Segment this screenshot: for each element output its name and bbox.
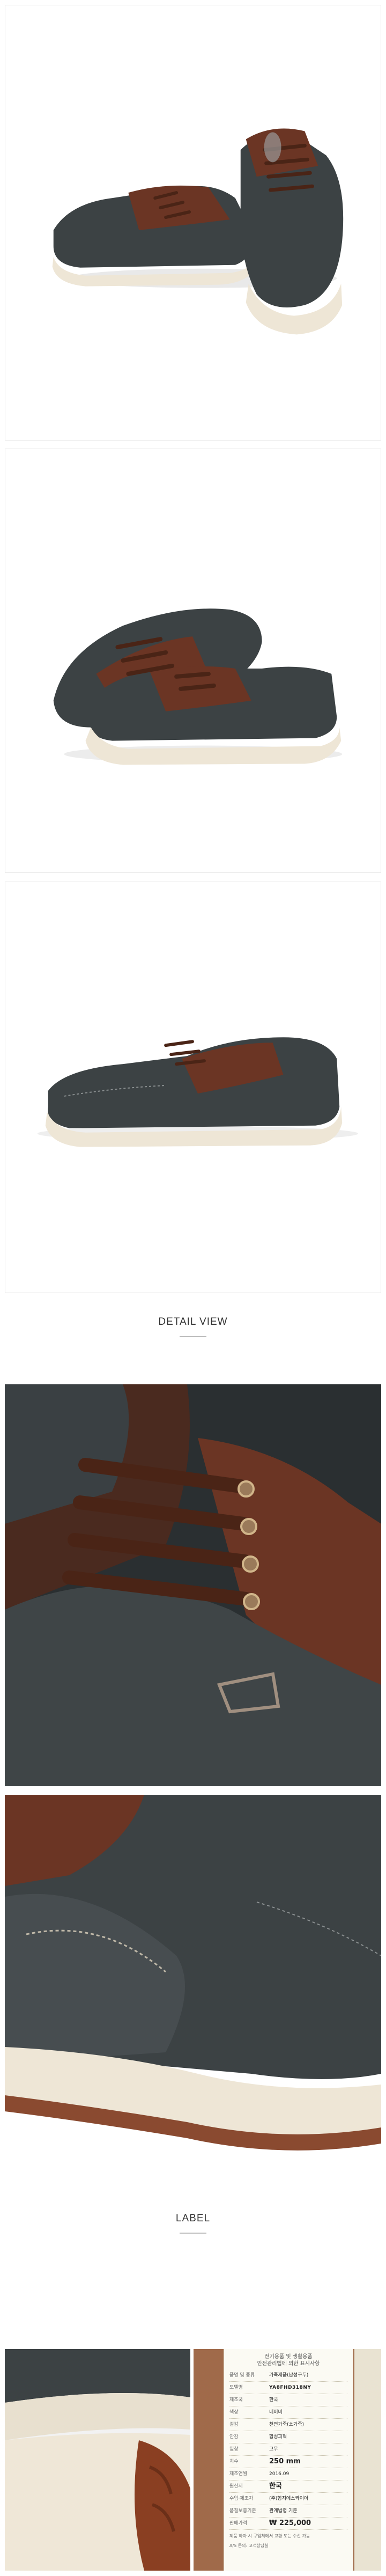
- product-detail-page: DETAIL VIEW LABEL 전기용품 및 생활용품 안전관리법에 의한 …: [0, 0, 386, 2576]
- tag-key: 모델명: [229, 2385, 243, 2390]
- product-photo-side: [5, 882, 381, 1293]
- tag-row: 제조국 한국: [229, 2394, 347, 2406]
- tag-key: 수입·제조자: [229, 2496, 254, 2501]
- tag-header-line2: 안전관리법에 의한 표시사항: [257, 2361, 320, 2367]
- tag-value: 한국: [269, 2397, 278, 2403]
- label-photo-sole: [5, 2349, 190, 2571]
- tag-value-origin: 한국: [269, 2482, 282, 2490]
- tag-row: 색상 네이비: [229, 2406, 347, 2419]
- shoe-side-illustration: [5, 882, 381, 1293]
- tag-key: 제조연월: [229, 2471, 248, 2477]
- shoe-overlap-illustration: [5, 449, 381, 872]
- detail-view-divider: [180, 1336, 206, 1337]
- tag-key: 제조국: [229, 2397, 243, 2403]
- tag-value: 천연가죽(소가죽): [269, 2422, 304, 2427]
- label-heading: LABEL: [175, 2213, 211, 2224]
- tag-row: 밑창 고무: [229, 2443, 347, 2456]
- tag-header-line1: 전기용품 및 생활용품: [264, 2354, 313, 2360]
- detail-photo-toe: [5, 1795, 381, 2190]
- label-photo-tag: 전기용품 및 생활용품 안전관리법에 의한 표시사항 품명 및 종류 가죽제품(남…: [194, 2349, 381, 2571]
- tag-row: 수입·제조자 (주)형지에스콰이아: [229, 2493, 347, 2505]
- tag-key: 밑창: [229, 2447, 239, 2452]
- shoe-pair-illustration: [5, 5, 381, 440]
- tag-value: 가죽제품(남성구두): [269, 2373, 309, 2378]
- tag-key: 색상: [229, 2410, 239, 2415]
- tag-key: 품질보증기준: [229, 2508, 256, 2514]
- tag-value: YA8FHD318NY: [269, 2385, 311, 2390]
- tag-value: 2016.09: [269, 2471, 290, 2477]
- tag-row: 치수 250 mm: [229, 2456, 347, 2468]
- label-section: 전기용품 및 생활용품 안전관리법에 의한 표시사항 품명 및 종류 가죽제품(남…: [5, 2349, 381, 2571]
- tag-value: (주)형지에스콰이아: [269, 2496, 309, 2501]
- tag-value: 합성피혁: [269, 2434, 287, 2440]
- tag-key: 원산지: [229, 2484, 243, 2489]
- tag-row: 품질보증기준 관계법령 기준: [229, 2505, 347, 2518]
- product-photo-overlap: [5, 449, 381, 873]
- tag-row: 제조연월 2016.09: [229, 2468, 347, 2480]
- sole-closeup-illustration: [5, 2349, 190, 2571]
- tag-row: 원산지 한국: [229, 2480, 347, 2493]
- tag-value-size: 250 mm: [269, 2457, 301, 2465]
- detail-view-heading: DETAIL VIEW: [158, 1316, 228, 1327]
- tag-key: 판매가격: [229, 2521, 248, 2526]
- tag-row: 겉감 천연가죽(소가죽): [229, 2419, 347, 2431]
- tag-value-price: ₩ 225,000: [269, 2519, 311, 2527]
- tag-value: 관계법령 기준: [269, 2508, 298, 2514]
- toe-closeup-illustration: [5, 1795, 381, 2190]
- tag-row: 안감 합성피혁: [229, 2431, 347, 2443]
- product-info-tag: 전기용품 및 생활용품 안전관리법에 의한 표시사항 품명 및 종류 가죽제품(남…: [224, 2349, 353, 2571]
- tag-row: 모델명 YA8FHD318NY: [229, 2382, 347, 2394]
- product-photo-pair: [5, 5, 381, 441]
- tag-key: 겉감: [229, 2422, 239, 2427]
- tag-key: 치수: [229, 2459, 239, 2464]
- laces-closeup-illustration: [5, 1384, 381, 1786]
- tag-row: 판매가격 ₩ 225,000: [229, 2518, 347, 2530]
- tag-value: 네이비: [269, 2410, 283, 2415]
- label-divider: [180, 2233, 206, 2234]
- tag-value: 고무: [269, 2447, 278, 2452]
- detail-photo-laces: [5, 1384, 381, 1786]
- tag-key: 안감: [229, 2434, 239, 2440]
- tag-footnote-1: 제품 하자 시 구입처에서 교환 또는 수선 가능: [229, 2534, 310, 2538]
- tag-row: 품명 및 종류 가죽제품(남성구두): [229, 2369, 347, 2382]
- tag-footnote-2: A/S 문의: 고객상담실: [229, 2543, 269, 2548]
- tag-key: 품명 및 종류: [229, 2373, 255, 2378]
